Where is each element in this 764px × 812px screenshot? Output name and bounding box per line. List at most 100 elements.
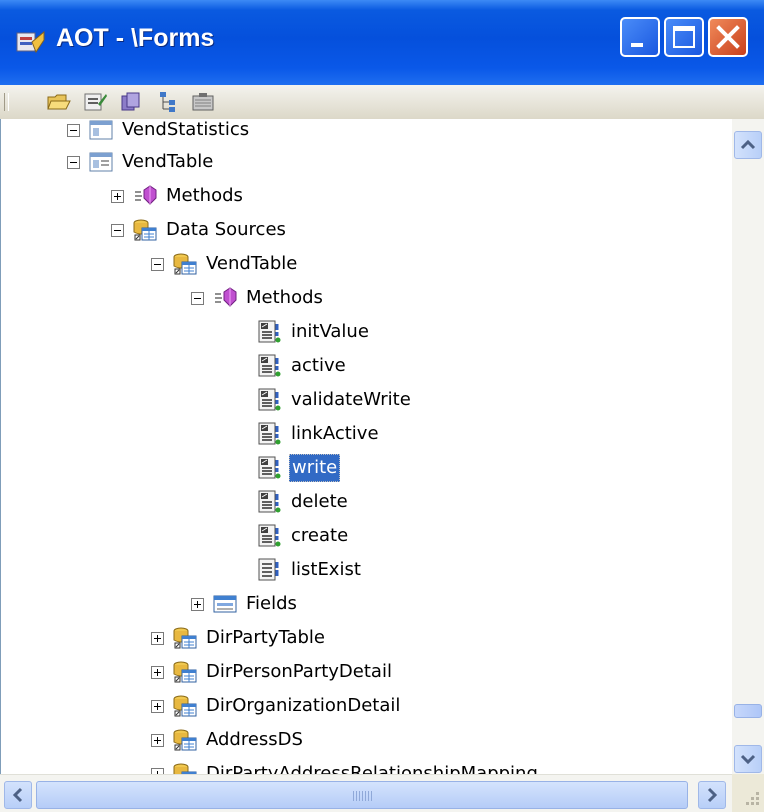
fields-icon — [213, 595, 237, 613]
tree-node-method-write[interactable]: write — [257, 453, 341, 483]
form-icon — [89, 152, 113, 172]
tree-node-methods-form[interactable]: Methods — [111, 181, 245, 211]
resize-grip[interactable] — [732, 774, 764, 812]
vertical-scroll-thumb[interactable] — [734, 704, 762, 718]
method-override-icon — [258, 490, 281, 513]
methods-icon — [135, 185, 157, 205]
resize-grip-icon — [746, 792, 759, 805]
properties-icon[interactable] — [82, 90, 108, 114]
scroll-down-button[interactable] — [734, 745, 762, 773]
expand-toggle[interactable] — [151, 665, 164, 679]
chevron-left-icon — [12, 787, 23, 803]
compile-icon[interactable] — [118, 90, 144, 114]
maximize-icon — [673, 26, 695, 48]
aot-tree[interactable]: VendStatistics VendTable Methods Data So… — [0, 119, 733, 774]
scroll-right-button[interactable] — [698, 781, 726, 809]
node-label: VendStatistics — [122, 119, 250, 140]
expand-toggle[interactable] — [151, 699, 164, 713]
method-override-icon — [258, 456, 281, 479]
method-override-icon — [258, 320, 281, 343]
node-label: Methods — [166, 185, 243, 206]
scroll-left-button[interactable] — [4, 781, 32, 809]
collapse-toggle[interactable] — [67, 123, 80, 137]
toolbar — [0, 85, 764, 120]
tree-node-vendtable-datasource[interactable]: VendTable — [151, 249, 299, 279]
method-override-icon — [258, 388, 281, 411]
method-override-icon — [258, 422, 281, 445]
window-title: AOT - \Forms — [56, 24, 215, 52]
collapse-toggle[interactable] — [67, 155, 80, 169]
node-label: initValue — [291, 321, 369, 342]
tree-node-dirpartyaddressrelationshipmapping[interactable]: DirPartyAddressRelationshipMapping — [151, 759, 540, 774]
tree-node-dirorganizationdetail[interactable]: DirOrganizationDetail — [151, 691, 402, 721]
node-label: VendTable — [122, 151, 214, 172]
close-button[interactable] — [708, 17, 748, 57]
aot-window: AOT - \Forms VendStatistics VendTable Me… — [0, 0, 764, 812]
tree-node-vendstatistics[interactable]: VendStatistics — [67, 119, 251, 145]
node-label: DirOrganizationDetail — [206, 695, 401, 716]
node-label: DirPersonPartyDetail — [206, 661, 392, 682]
form-icon — [89, 120, 113, 140]
node-label: AddressDS — [206, 729, 303, 750]
collapse-toggle[interactable] — [191, 291, 204, 305]
node-label-selected: write — [289, 454, 341, 482]
tree-node-method-initvalue[interactable]: initValue — [257, 317, 371, 347]
method-override-icon — [258, 524, 281, 547]
title-bar[interactable]: AOT - \Forms — [0, 0, 764, 85]
expand-toggle[interactable] — [191, 597, 204, 611]
expand-toggle[interactable] — [151, 631, 164, 645]
tree-node-data-sources[interactable]: Data Sources — [111, 215, 288, 245]
expand-toggle[interactable] — [111, 189, 124, 203]
tree-node-dirpartytable[interactable]: DirPartyTable — [151, 623, 327, 653]
datasources-icon — [133, 219, 157, 241]
datasource-icon — [173, 627, 197, 649]
tree-node-method-validatewrite[interactable]: validateWrite — [257, 385, 413, 415]
datasource-icon — [173, 763, 197, 774]
collapse-toggle[interactable] — [111, 223, 124, 237]
tree-node-method-listexist[interactable]: listExist — [257, 555, 363, 585]
methods-icon — [215, 287, 237, 307]
node-label: Data Sources — [166, 219, 286, 240]
horizontal-scroll-thumb[interactable] — [36, 781, 688, 809]
node-label: validateWrite — [291, 389, 411, 410]
node-label: Methods — [246, 287, 323, 308]
tree-node-vendtable-form[interactable]: VendTable — [67, 147, 215, 177]
tree-node-method-create[interactable]: create — [257, 521, 350, 551]
tree-node-method-delete[interactable]: delete — [257, 487, 350, 517]
save-icon[interactable] — [190, 90, 216, 114]
tree-nodes-icon[interactable] — [154, 90, 180, 114]
node-label: DirPartyAddressRelationshipMapping — [206, 763, 538, 774]
tree-node-addressds[interactable]: AddressDS — [151, 725, 305, 755]
node-label: listExist — [291, 559, 361, 580]
tree-node-fields[interactable]: Fields — [191, 589, 299, 619]
tree-node-method-active[interactable]: active — [257, 351, 348, 381]
chevron-down-icon — [740, 754, 756, 765]
horizontal-scrollbar[interactable] — [0, 774, 732, 812]
expand-toggle[interactable] — [151, 733, 164, 747]
method-override-icon — [258, 354, 281, 377]
maximize-button[interactable] — [664, 17, 704, 57]
node-label: Fields — [246, 593, 297, 614]
tree-node-method-linkactive[interactable]: linkActive — [257, 419, 381, 449]
toolbar-grip[interactable] — [4, 93, 9, 111]
scroll-up-button[interactable] — [734, 131, 762, 159]
datasource-icon — [173, 661, 197, 683]
chevron-up-icon — [740, 139, 756, 150]
node-label: delete — [291, 491, 348, 512]
tree-node-dirpersonpartydetail[interactable]: DirPersonPartyDetail — [151, 657, 394, 687]
close-icon — [716, 25, 740, 49]
tree-node-methods-datasource[interactable]: Methods — [191, 283, 325, 313]
chevron-right-icon — [707, 787, 718, 803]
node-label: DirPartyTable — [206, 627, 325, 648]
method-icon — [258, 558, 279, 581]
minimize-icon — [631, 43, 643, 47]
open-folder-icon[interactable] — [46, 90, 72, 114]
datasource-icon — [173, 253, 197, 275]
minimize-button[interactable] — [620, 17, 660, 57]
aot-app-icon — [16, 30, 45, 54]
node-label: linkActive — [291, 423, 379, 444]
vertical-scrollbar[interactable] — [732, 119, 764, 774]
collapse-toggle[interactable] — [151, 257, 164, 271]
node-label: active — [291, 355, 346, 376]
datasource-icon — [173, 695, 197, 717]
